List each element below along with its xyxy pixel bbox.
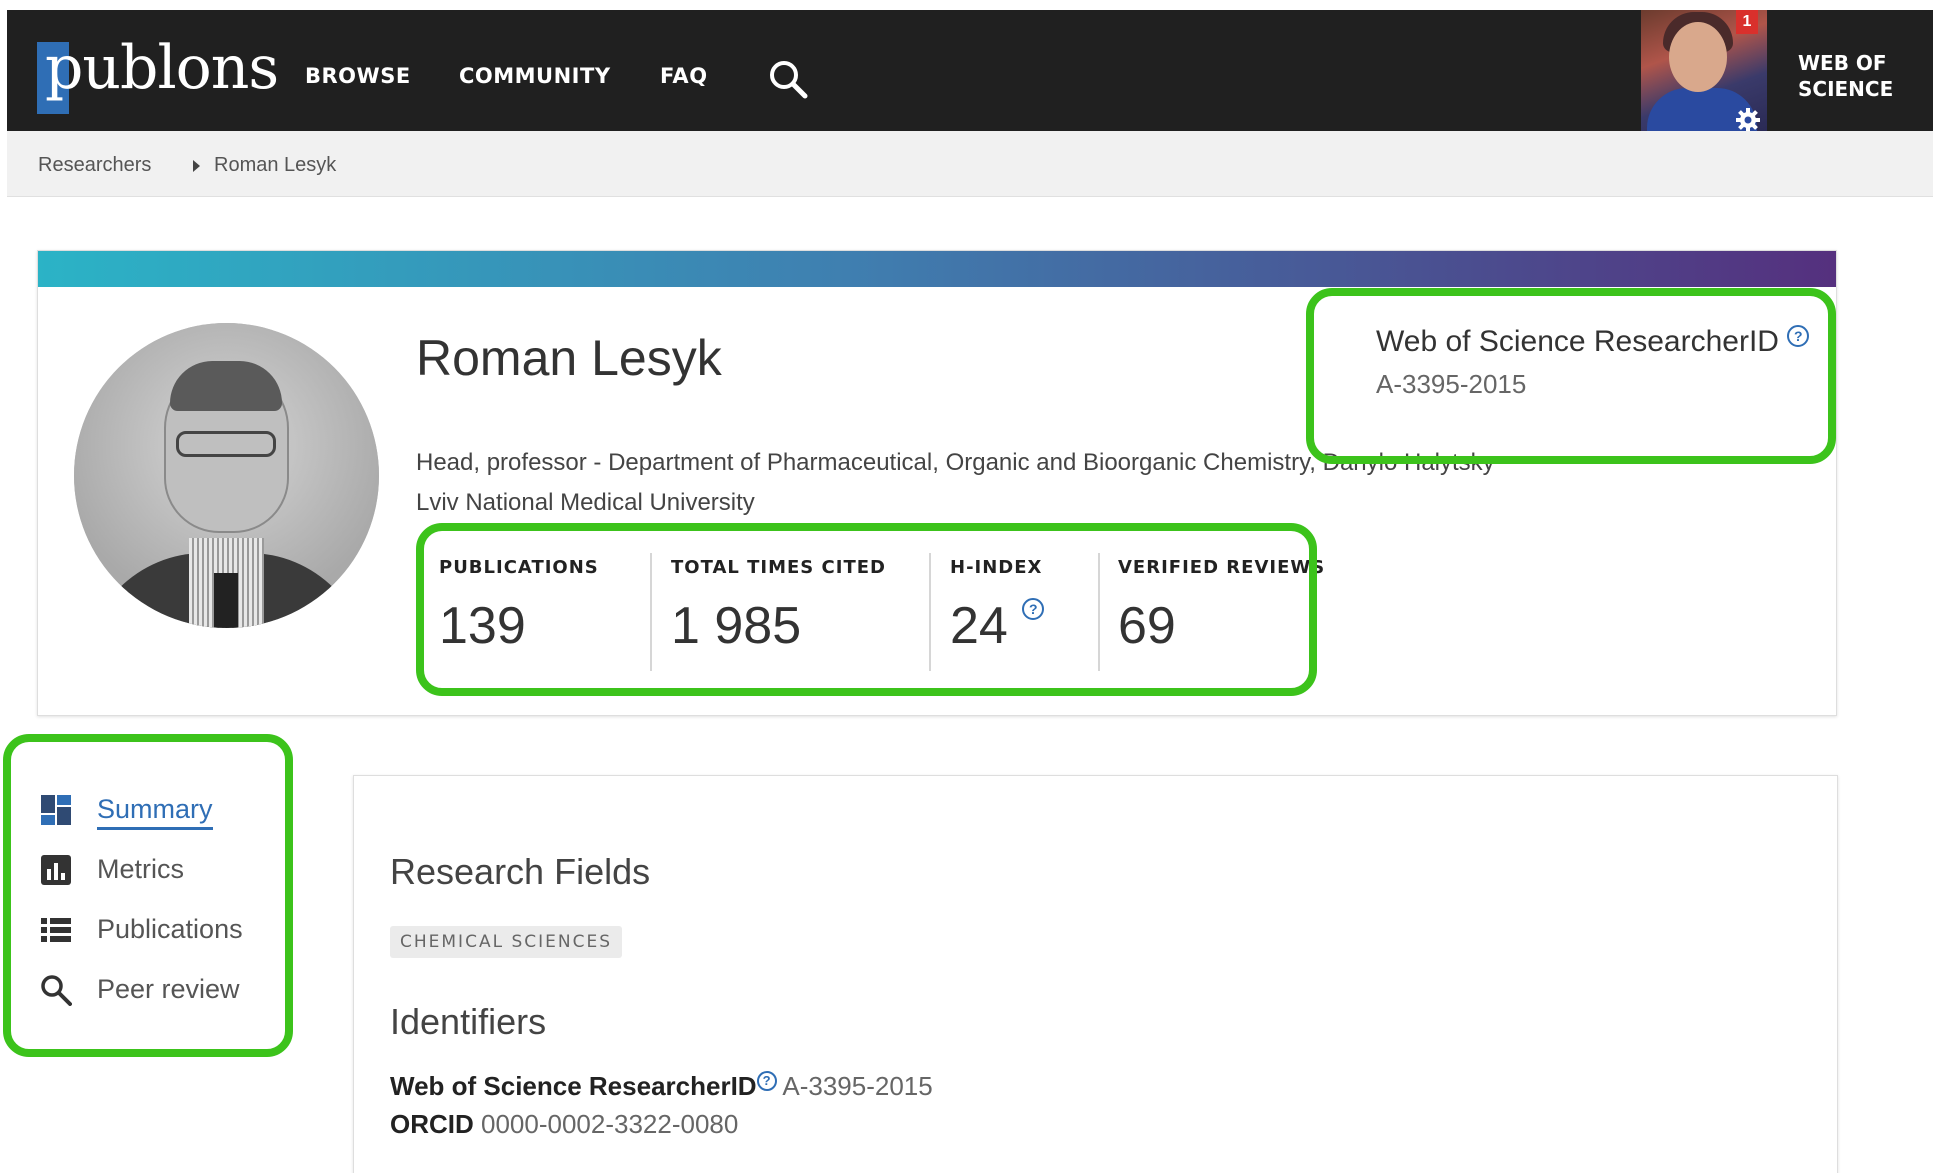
photo-glasses bbox=[176, 431, 276, 457]
identifier-orcid: ORCID 0000-0002-3322-0080 bbox=[390, 1109, 738, 1140]
notification-badge[interactable]: 1 bbox=[1736, 10, 1758, 34]
nav-faq[interactable]: FAQ bbox=[660, 64, 708, 88]
help-icon[interactable]: ? bbox=[756, 1071, 777, 1091]
logo-text: publons bbox=[45, 33, 279, 103]
identifier-wos: Web of Science ResearcherID? A-3395-2015 bbox=[390, 1071, 933, 1102]
profile-card-banner bbox=[38, 251, 1836, 287]
researcher-name: Roman Lesyk bbox=[416, 330, 722, 386]
nav-browse[interactable]: BROWSE bbox=[305, 64, 411, 88]
identifier-value: A-3395-2015 bbox=[782, 1071, 933, 1101]
highlight-sidebar bbox=[3, 734, 293, 1057]
research-fields-title: Research Fields bbox=[390, 851, 651, 892]
breadcrumb-researchers[interactable]: Researchers bbox=[38, 154, 151, 177]
highlight-researcher-id bbox=[1306, 288, 1836, 464]
breadcrumb-current: Roman Lesyk bbox=[214, 154, 337, 176]
research-field-tag[interactable]: CHEMICAL SCIENCES bbox=[390, 926, 622, 958]
profile-photo bbox=[74, 323, 379, 628]
highlight-stats bbox=[416, 523, 1317, 696]
search-icon[interactable] bbox=[767, 58, 809, 100]
avatar-face bbox=[1669, 22, 1727, 92]
identifiers-title: Identifiers bbox=[390, 1001, 547, 1042]
web-of-science-link[interactable]: WEB OF SCIENCE bbox=[1798, 50, 1893, 102]
summary-content: Research Fields CHEMICAL SCIENCES Identi… bbox=[353, 775, 1838, 1173]
gear-icon[interactable] bbox=[1734, 106, 1762, 134]
top-nav-bar: publons BROWSE COMMUNITY FAQ 1 WEB OF SC… bbox=[7, 10, 1933, 134]
affiliation-line-2: Lviv National Medical University bbox=[416, 489, 755, 516]
identifier-label: Web of Science ResearcherID bbox=[390, 1071, 757, 1101]
wos-line-1: WEB OF bbox=[1798, 51, 1887, 75]
wos-line-2: SCIENCE bbox=[1798, 77, 1894, 101]
nav-community[interactable]: COMMUNITY bbox=[459, 64, 611, 88]
identifier-value[interactable]: 0000-0002-3322-0080 bbox=[481, 1109, 738, 1139]
page: publons BROWSE COMMUNITY FAQ 1 WEB OF SC… bbox=[0, 0, 1933, 1173]
breadcrumb: Researchers Roman Lesyk bbox=[7, 131, 1933, 197]
identifier-label: ORCID bbox=[390, 1109, 474, 1139]
breadcrumb-separator-icon bbox=[193, 160, 200, 172]
photo-tie bbox=[214, 573, 238, 628]
